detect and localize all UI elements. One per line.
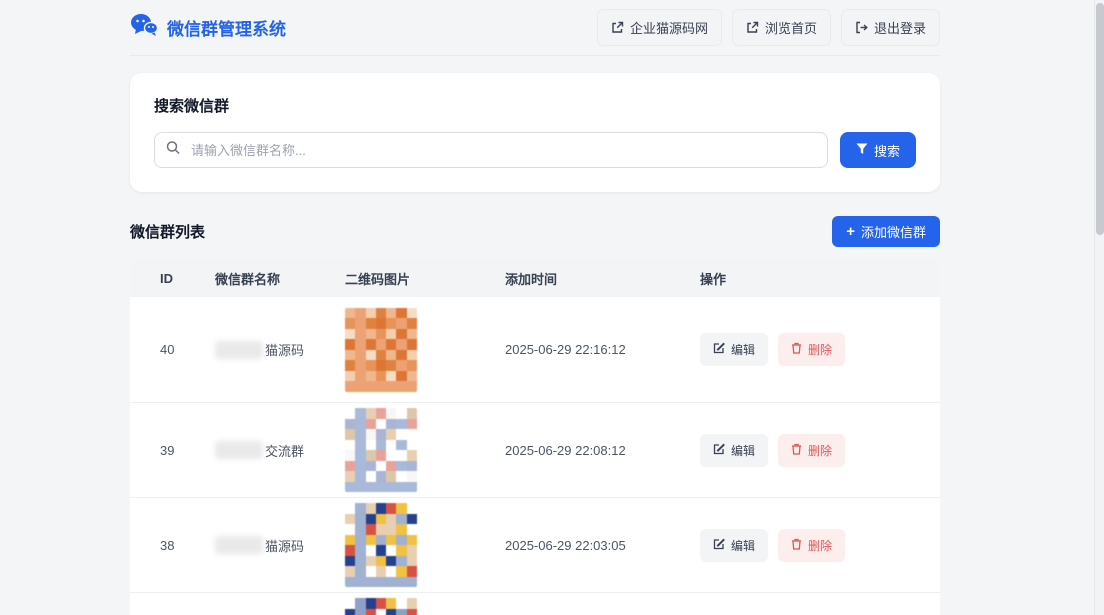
search-card: 搜索微信群 搜索 — [130, 73, 940, 192]
search-input[interactable] — [154, 132, 828, 168]
trash-icon — [791, 443, 802, 458]
table-row: 40 猫源码 2025-06-29 22:16:12 编辑 — [130, 297, 940, 403]
column-header-actions: 操作 — [700, 269, 910, 288]
table-row: 39 交流群 2025-06-29 22:08:12 编辑 — [130, 403, 940, 498]
wechat-logo-icon — [130, 13, 158, 42]
censored-blur — [215, 341, 263, 359]
top-nav: 企业猫源码网 浏览首页 退出登录 — [597, 9, 940, 46]
nav-browse-home-button[interactable]: 浏览首页 — [732, 9, 831, 46]
qr-code-image[interactable] — [345, 408, 417, 492]
delete-button[interactable]: 删除 — [778, 529, 845, 562]
qr-code-image[interactable] — [345, 503, 417, 587]
list-section-title: 微信群列表 — [130, 221, 205, 242]
column-header-qrcode: 二维码图片 — [345, 269, 505, 288]
table-row: 37 交流群 2025-06-29 22:02:40 编辑 — [130, 593, 940, 615]
censored-blur — [215, 536, 263, 554]
row-name: 交流群 — [215, 441, 345, 460]
plus-icon: + — [846, 224, 855, 239]
top-header: 微信群管理系统 企业猫源码网 浏览首页 — [130, 0, 940, 56]
edit-icon — [713, 538, 725, 553]
nav-source-site-button[interactable]: 企业猫源码网 — [597, 9, 722, 46]
row-name: 猫源码 — [215, 536, 345, 555]
edit-button[interactable]: 编辑 — [700, 529, 768, 562]
delete-button[interactable]: 删除 — [778, 434, 845, 467]
row-time: 2025-06-29 22:03:05 — [505, 538, 700, 553]
trash-icon — [791, 342, 802, 357]
search-button[interactable]: 搜索 — [840, 132, 916, 168]
row-id: 39 — [160, 443, 215, 458]
row-id: 38 — [160, 538, 215, 553]
search-button-label: 搜索 — [874, 141, 900, 160]
vertical-scrollbar[interactable] — [1094, 0, 1104, 615]
scrollbar-thumb[interactable] — [1096, 3, 1104, 235]
group-table: ID 微信群名称 二维码图片 添加时间 操作 40 猫源码 2025-06-29… — [130, 259, 940, 615]
column-header-time: 添加时间 — [505, 269, 700, 288]
edit-button[interactable]: 编辑 — [700, 434, 768, 467]
search-section-title: 搜索微信群 — [154, 95, 916, 116]
logout-button[interactable]: 退出登录 — [841, 9, 940, 46]
logout-icon — [855, 21, 868, 34]
filter-icon — [856, 143, 868, 158]
censored-blur — [215, 441, 263, 459]
logout-label: 退出登录 — [874, 18, 926, 37]
nav-browse-home-label: 浏览首页 — [765, 18, 817, 37]
column-header-id: ID — [160, 271, 215, 286]
external-link-icon — [746, 21, 759, 34]
trash-icon — [791, 538, 802, 553]
table-header-row: ID 微信群名称 二维码图片 添加时间 操作 — [130, 259, 940, 297]
qr-code-image[interactable] — [345, 308, 417, 392]
add-group-label: 添加微信群 — [861, 222, 926, 241]
column-header-name: 微信群名称 — [215, 269, 345, 288]
delete-button[interactable]: 删除 — [778, 333, 845, 366]
edit-icon — [713, 342, 725, 357]
qr-code-image[interactable] — [345, 598, 417, 615]
row-id: 40 — [160, 342, 215, 357]
row-time: 2025-06-29 22:16:12 — [505, 342, 700, 357]
brand: 微信群管理系统 — [130, 13, 286, 42]
row-time: 2025-06-29 22:08:12 — [505, 443, 700, 458]
table-row: 38 猫源码 2025-06-29 22:03:05 编辑 — [130, 498, 940, 593]
search-icon — [166, 141, 180, 160]
edit-button[interactable]: 编辑 — [700, 333, 768, 366]
page-title: 微信群管理系统 — [167, 15, 286, 40]
row-name: 猫源码 — [215, 340, 345, 359]
add-group-button[interactable]: + 添加微信群 — [832, 216, 940, 247]
external-link-icon — [611, 21, 624, 34]
nav-source-site-label: 企业猫源码网 — [630, 18, 708, 37]
edit-icon — [713, 443, 725, 458]
